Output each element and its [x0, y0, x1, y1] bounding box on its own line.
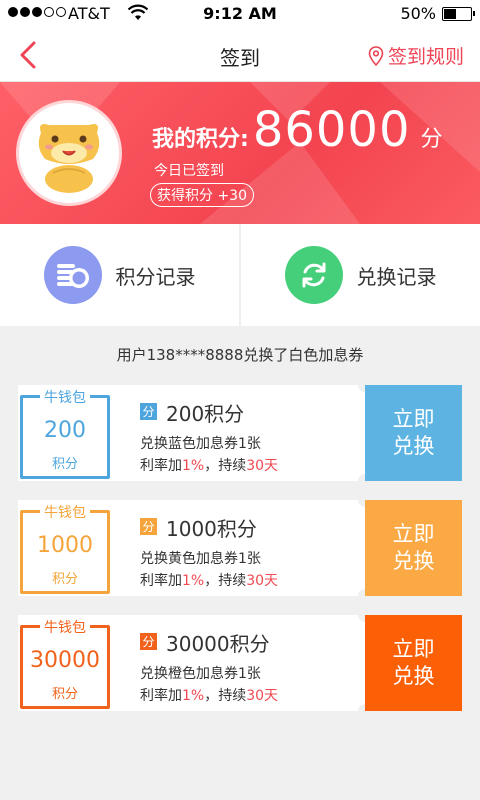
redeem-label-line1: 立即	[392, 636, 435, 661]
terms-prefix: 利率加	[140, 573, 182, 589]
stamp-amount: 30000	[30, 648, 100, 673]
coupon-points: 200积分	[166, 402, 245, 426]
back-icon[interactable]	[14, 40, 42, 70]
points-tag: 分	[140, 518, 157, 535]
points-record-label: 积分记录	[115, 264, 196, 289]
coupon-terms: 利率加1%，持续30天	[140, 455, 278, 475]
redeem-label-line2: 兑换	[392, 434, 435, 458]
coupon-description: 兑换橙色加息券1张	[140, 666, 261, 682]
stamp-title: 牛钱包	[40, 502, 90, 522]
points-summary: 我的积分: 86000 分	[152, 102, 443, 158]
points-record-button[interactable]: 积分记录	[0, 224, 241, 326]
coupon-stamp: 牛钱包 1000 积分	[20, 502, 110, 594]
stamp-title: 牛钱包	[40, 387, 90, 407]
redeem-button[interactable]: 立即 兑换	[365, 385, 462, 481]
location-pin-icon	[368, 45, 384, 66]
stamp-amount: 200	[44, 418, 86, 443]
redeem-label-line1: 立即	[392, 521, 435, 546]
points-tag: 分	[140, 633, 157, 650]
redeem-label-line2: 兑换	[392, 549, 435, 573]
exchange-record-button[interactable]: 兑换记录	[241, 224, 480, 326]
duration-value: 30天	[246, 688, 279, 704]
refresh-icon	[284, 246, 343, 304]
points-header: 我的积分: 86000 分 今日已签到 获得积分 +30	[0, 82, 480, 224]
battery-percentage: 50%	[400, 4, 436, 23]
signed-status: 今日已签到	[154, 163, 224, 179]
nav-bar: 签到 签到规则	[0, 28, 480, 82]
coupon-stamp: 牛钱包 200 积分	[20, 387, 110, 479]
coupon-body: 牛钱包 30000 积分 分 30000积分 兑换橙色加息券1张 利率加1%，持…	[18, 615, 365, 711]
stamp-unit: 积分	[51, 457, 78, 472]
coupon-card: 牛钱包 200 积分 分 200积分 兑换蓝色加息券1张 利率加1%，持续30天…	[18, 378, 462, 488]
terms-mid: ，持续	[204, 458, 247, 474]
duration-value: 30天	[246, 458, 279, 474]
coupon-description: 兑换黄色加息券1张	[140, 551, 261, 567]
mascot-icon	[38, 124, 100, 193]
points-tag: 分	[140, 403, 157, 420]
sign-rules-label: 签到规则	[387, 46, 464, 68]
exchange-notice: 用户138****8888兑换了白色加息券	[116, 346, 364, 364]
redeem-label-line2: 兑换	[392, 664, 435, 688]
rate-value: 1%	[182, 458, 205, 474]
stamp-amount: 1000	[37, 533, 93, 558]
stamp-title: 牛钱包	[40, 617, 90, 637]
coupon-terms: 利率加1%，持续30天	[140, 570, 278, 590]
earned-points-badge: 获得积分 +30	[150, 183, 254, 207]
points-label: 我的积分:	[152, 127, 249, 152]
rate-value: 1%	[182, 573, 205, 589]
terms-prefix: 利率加	[140, 688, 182, 704]
stamp-unit: 积分	[51, 687, 78, 702]
coupon-description: 兑换蓝色加息券1张	[140, 436, 261, 452]
coupon-card: 牛钱包 30000 积分 分 30000积分 兑换橙色加息券1张 利率加1%，持…	[18, 608, 462, 718]
coupon-points: 1000积分	[166, 517, 257, 541]
terms-mid: ，持续	[204, 688, 247, 704]
terms-prefix: 利率加	[140, 458, 182, 474]
coin-stack-icon	[43, 246, 102, 304]
sign-rules-button[interactable]: 签到规则	[368, 42, 464, 69]
rate-value: 1%	[182, 688, 205, 704]
redeem-button[interactable]: 立即 兑换	[365, 500, 462, 596]
coupon-card: 牛钱包 1000 积分 分 1000积分 兑换黄色加息券1张 利率加1%，持续3…	[18, 493, 462, 603]
terms-mid: ，持续	[204, 573, 247, 589]
status-bar: AT&T 9:12 AM 50%	[0, 0, 480, 28]
coupon-body: 牛钱包 200 积分 分 200积分 兑换蓝色加息券1张 利率加1%，持续30天	[18, 385, 365, 481]
coupon-points: 30000积分	[166, 632, 270, 656]
redeem-button[interactable]: 立即 兑换	[365, 615, 462, 711]
avatar[interactable]	[16, 100, 122, 206]
exchange-record-label: 兑换记录	[356, 264, 437, 289]
coupon-terms: 利率加1%，持续30天	[140, 685, 278, 705]
redeem-label-line1: 立即	[392, 406, 435, 431]
battery-icon	[442, 7, 475, 21]
points-unit: 分	[420, 127, 443, 152]
stamp-unit: 积分	[51, 572, 78, 587]
points-value: 86000	[252, 102, 411, 158]
coupon-stamp: 牛钱包 30000 积分	[20, 617, 110, 709]
records-panel: 积分记录 兑换记录	[0, 224, 480, 326]
coupon-body: 牛钱包 1000 积分 分 1000积分 兑换黄色加息券1张 利率加1%，持续3…	[18, 500, 365, 596]
duration-value: 30天	[246, 573, 279, 589]
